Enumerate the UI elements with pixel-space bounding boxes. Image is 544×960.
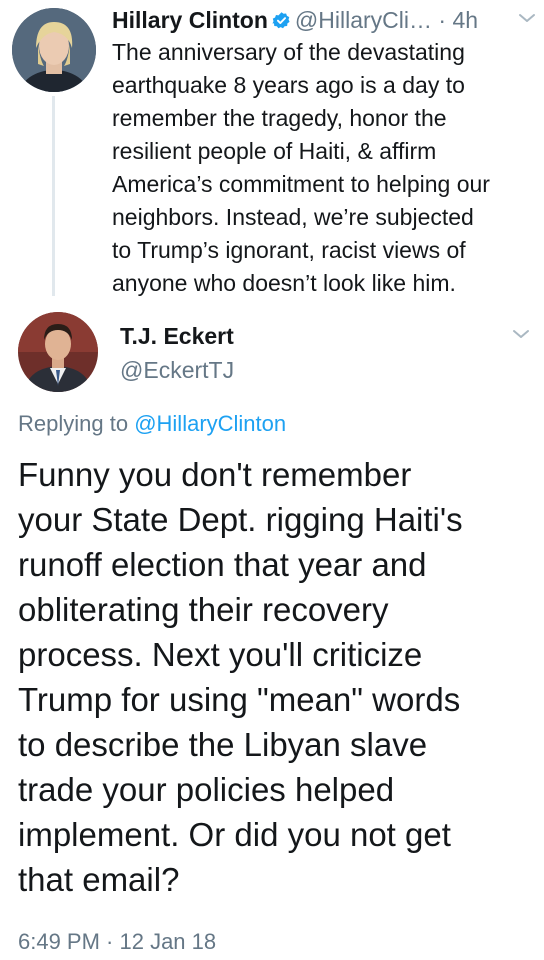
reply-avatar-image [18,312,98,392]
chevron-down-icon[interactable] [518,12,536,24]
parent-tweet[interactable]: Hillary Clinton @HillaryCli… · 4h The ann… [0,0,544,308]
reply-avatar[interactable] [18,312,98,392]
reply-author-name[interactable]: T.J. Eckert [120,322,234,350]
reply-tweet-text: Funny you don't remember your State Dept… [18,456,463,898]
parent-avatar[interactable] [12,8,96,92]
parent-author-name[interactable]: Hillary Clinton [112,7,268,33]
thread-connector-line [52,96,55,296]
parent-avatar-image [12,8,96,92]
separator-dot: · [438,7,447,33]
parent-tweet-text: The anniversary of the devastating earth… [112,39,490,296]
chevron-down-icon[interactable] [512,328,530,340]
reply-tweet-header: T.J. Eckert @EckertTJ [0,308,544,400]
reply-author-handle[interactable]: @EckertTJ [120,356,234,384]
replying-to-mention-link[interactable]: @HillaryClinton [134,411,286,436]
parent-tweet-header: Hillary Clinton @HillaryCli… · 4h [112,6,532,34]
parent-author-handle[interactable]: @HillaryCli… [295,7,432,33]
replying-to-line: Replying to @HillaryClinton [18,410,286,438]
parent-tweet-time[interactable]: 4h [452,7,478,33]
replying-to-label: Replying to [18,411,129,436]
reply-timestamp[interactable]: 6:49 PM · 12 Jan 18 [18,928,216,956]
verified-badge-icon [272,12,290,29]
